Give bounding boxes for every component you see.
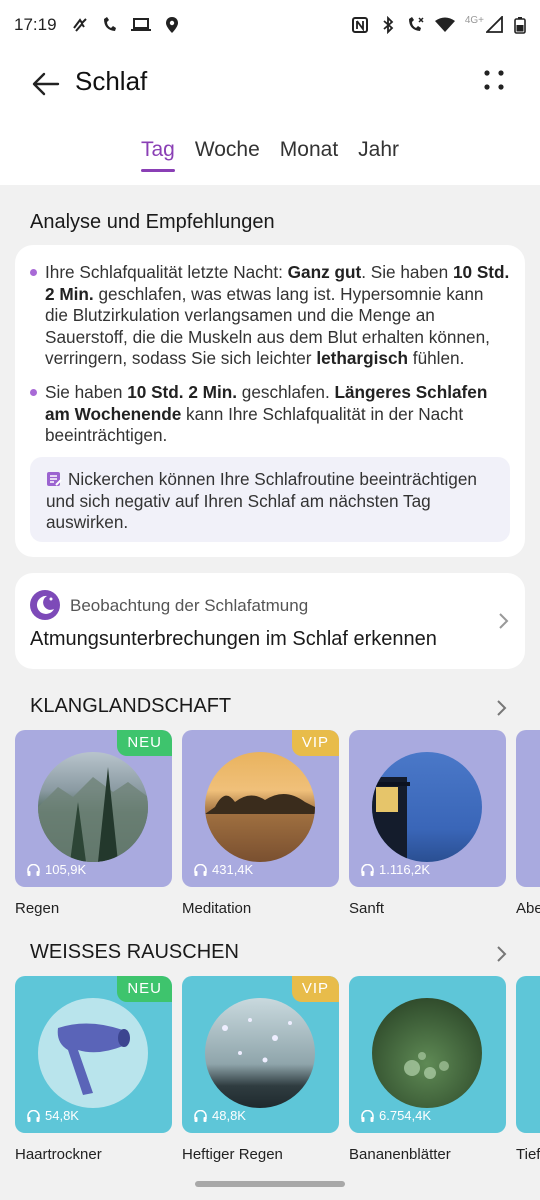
headphones-icon xyxy=(27,1109,40,1122)
more-options-button[interactable] xyxy=(476,66,512,102)
tile-name: Haartrockner xyxy=(15,1146,102,1163)
forest-image xyxy=(38,752,148,862)
whitenoise-tile-haartrockner[interactable]: NEU 54,8K Haartrockner xyxy=(15,976,172,1163)
headphones-icon xyxy=(361,863,374,876)
tile-name: Heftiger Regen xyxy=(182,1146,283,1163)
network-type: 4G+ xyxy=(464,14,484,26)
volte-call-icon xyxy=(408,17,424,31)
status-bar: 17:19 4G+ xyxy=(0,0,540,50)
soundscape-heading: KLANGLANDSCHAFT xyxy=(30,695,232,717)
new-badge: NEU xyxy=(117,976,172,1002)
new-badge: NEU xyxy=(117,730,172,756)
breathing-title: Atmungsunterbrechungen im Schlaf erkenne… xyxy=(30,628,437,650)
analysis-card: Ihre Schlafqualität letzte Nacht: Ganz g… xyxy=(15,245,525,557)
rain-window-image xyxy=(205,998,315,1108)
arrow-left-icon xyxy=(32,72,60,96)
whitenoise-tile-bananenblaetter[interactable]: 6.754,4K Bananenblätter xyxy=(349,976,506,1163)
breathing-card[interactable]: Beobachtung der Schlafatmung Atmungsunte… xyxy=(15,573,525,669)
location-icon xyxy=(165,17,178,33)
back-button[interactable] xyxy=(26,64,66,104)
soundscape-tile-sanft[interactable]: 1.116,2K Sanft xyxy=(349,730,506,917)
status-time: 17:19 xyxy=(14,15,57,34)
play-count: 48,8K xyxy=(212,1108,246,1123)
tab-month[interactable]: Monat xyxy=(270,120,348,175)
bluetooth-icon xyxy=(383,16,394,34)
whitenoise-more-chevron-icon[interactable] xyxy=(495,944,509,964)
tab-week[interactable]: Woche xyxy=(185,120,270,175)
period-tabs: Tag Woche Monat Jahr xyxy=(0,120,540,185)
play-count: 105,9K xyxy=(45,862,87,877)
tab-day[interactable]: Tag xyxy=(131,120,185,175)
soundscape-row: NEU 105,9K Regen VIP 431,4K Meditation 1… xyxy=(15,730,540,917)
headphones-icon xyxy=(361,1109,374,1122)
analysis-heading: Analyse und Empfehlungen xyxy=(30,211,275,233)
battery-icon xyxy=(514,17,526,34)
breathing-label: Beobachtung der Schlafatmung xyxy=(70,596,309,615)
lighthouse-image xyxy=(372,752,482,862)
app-bar: Schlaf xyxy=(0,50,540,120)
whitenoise-heading: WEISSES RAUSCHEN xyxy=(30,941,239,963)
play-count: 54,8K xyxy=(45,1108,79,1123)
vip-badge: VIP xyxy=(291,976,339,1002)
headphones-icon xyxy=(194,863,207,876)
page-title: Schlaf xyxy=(75,66,148,96)
whitenoise-tile-heftiger-regen[interactable]: VIP 48,8K Heftiger Regen xyxy=(182,976,339,1163)
soundscape-tile-meditation[interactable]: VIP 431,4K Meditation xyxy=(182,730,339,917)
chevron-right-icon xyxy=(499,613,509,629)
soundscape-more-chevron-icon[interactable] xyxy=(495,698,509,718)
hair-dryer-image xyxy=(38,998,148,1108)
nap-tip: Nickerchen können Ihre Schlafroutine bee… xyxy=(30,457,510,542)
nfc-icon xyxy=(351,17,368,33)
analysis-paragraph-1: Ihre Schlafqualität letzte Nacht: Ganz g… xyxy=(30,262,510,370)
moon-icon xyxy=(30,590,60,620)
signal-icon xyxy=(486,16,503,33)
tab-year[interactable]: Jahr xyxy=(348,120,409,175)
soundscape-tile-partial[interactable]: Abe xyxy=(516,730,540,917)
tile-name: Tief xyxy=(516,1146,540,1163)
soundscape-tile-regen[interactable]: NEU 105,9K Regen xyxy=(15,730,172,917)
tile-name: Regen xyxy=(15,900,60,917)
more-dots-icon xyxy=(484,70,504,90)
leaf-droplets-image xyxy=(372,998,482,1108)
tile-name: Abe xyxy=(516,900,540,917)
tile-name: Bananenblätter xyxy=(349,1146,451,1163)
whitenoise-tile-partial[interactable]: Tief xyxy=(516,976,540,1163)
field-sunset-image xyxy=(205,752,315,862)
wifi-call-icon xyxy=(103,17,116,31)
play-count: 6.754,4K xyxy=(379,1108,432,1123)
vip-badge: VIP xyxy=(291,730,339,756)
play-count: 1.116,2K xyxy=(379,862,431,877)
tile-name: Meditation xyxy=(182,900,252,917)
note-icon xyxy=(47,472,62,486)
analysis-paragraph-2: Sie haben 10 Std. 2 Min. geschlafen. Län… xyxy=(30,382,510,447)
link-icon xyxy=(72,18,87,32)
wifi-icon xyxy=(434,17,455,32)
whitenoise-row: NEU 54,8K Haartrockner VIP 48,8K Heftige… xyxy=(15,976,540,1163)
home-indicator[interactable] xyxy=(195,1181,345,1187)
headphones-icon xyxy=(194,1109,207,1122)
tile-name: Sanft xyxy=(349,900,385,917)
headphones-icon xyxy=(27,863,40,876)
laptop-icon xyxy=(130,18,151,31)
play-count: 431,4K xyxy=(212,862,254,877)
